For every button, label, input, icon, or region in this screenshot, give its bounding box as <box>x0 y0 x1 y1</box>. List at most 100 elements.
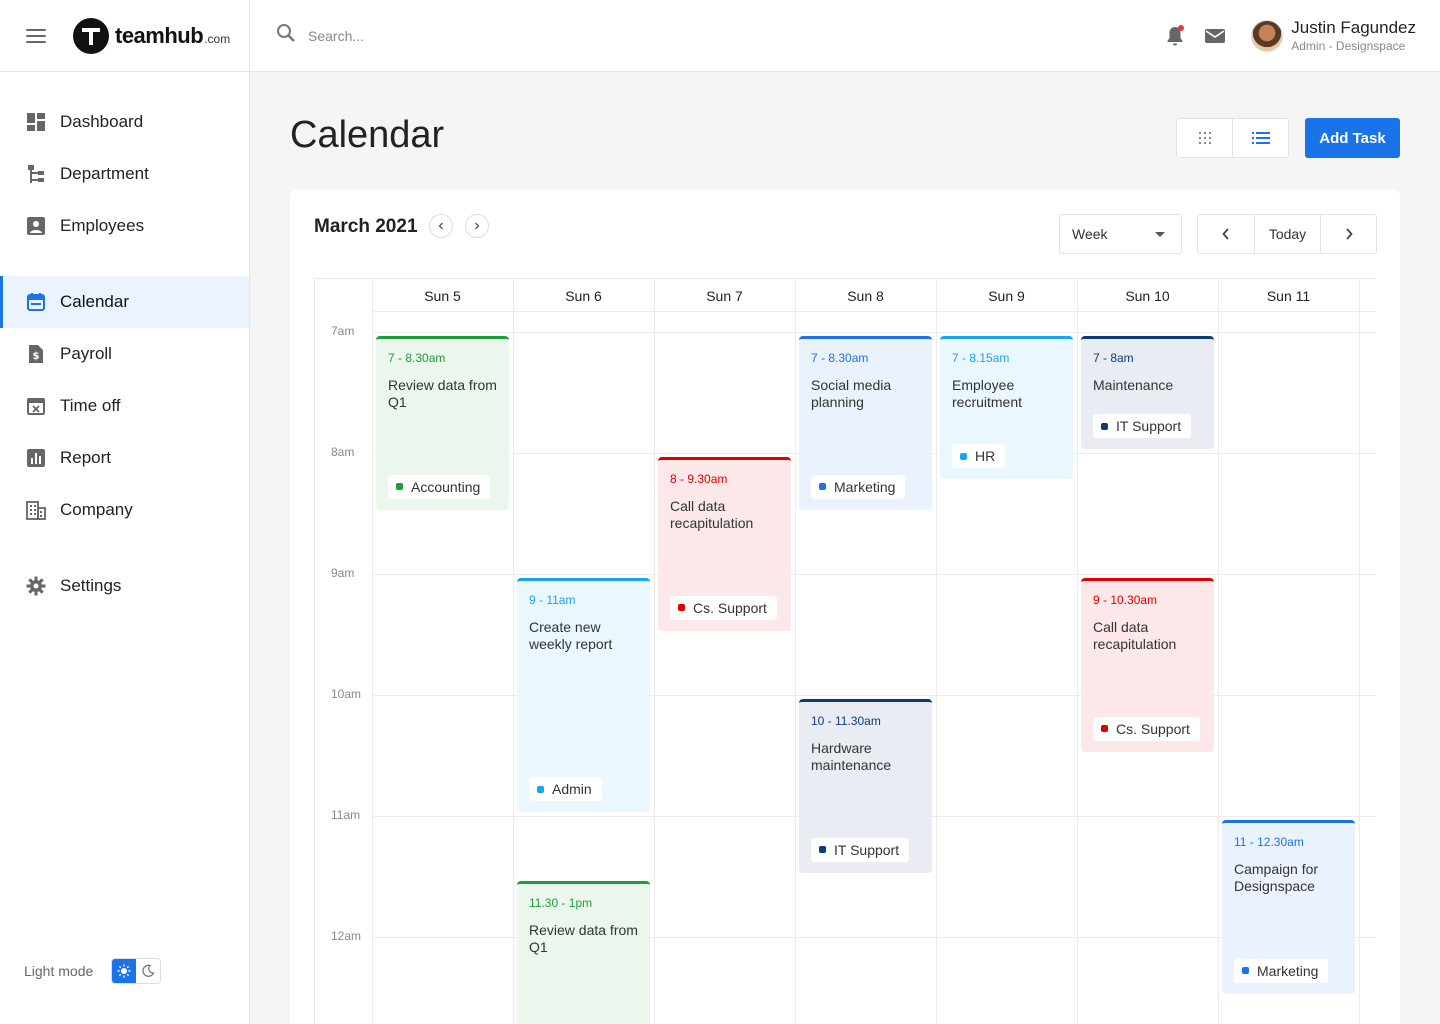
event-card[interactable]: 9 - 11am Create new weekly report Admin <box>517 578 650 812</box>
event-tag[interactable]: IT Support <box>811 837 910 862</box>
hour-line <box>372 574 1376 575</box>
dashboard-icon <box>26 112 46 132</box>
event-card[interactable]: 7 - 8.30am Social media planning Marketing <box>799 336 932 510</box>
tag-label: IT Support <box>1116 418 1182 434</box>
sidebar-item-calendar[interactable]: Calendar <box>0 276 249 328</box>
day-header[interactable]: Sun 6 <box>513 288 654 304</box>
event-tag[interactable]: HR <box>952 444 1006 469</box>
sidebar-item-dashboard[interactable]: Dashboard <box>0 96 249 148</box>
event-tag[interactable]: IT Support <box>1093 414 1192 438</box>
view-range-select[interactable]: Week <box>1059 214 1182 254</box>
logo-text: teamhub <box>115 22 204 48</box>
event-card[interactable]: 7 - 8am Maintenance IT Support <box>1081 336 1214 449</box>
sidebar-item-company[interactable]: Company <box>0 484 249 536</box>
sidebar-item-employees[interactable]: Employees <box>0 200 249 252</box>
tag-label: Accounting <box>411 478 481 495</box>
sidebar-item-label: Company <box>60 500 133 519</box>
event-tag[interactable]: Accounting <box>388 474 491 499</box>
event-title: Review data from Q1 <box>388 377 497 410</box>
sidebar-nav: Dashboard Department Employees Calendar … <box>0 96 249 612</box>
event-title: Campaign for Designspace <box>1234 861 1319 894</box>
next-month-button[interactable] <box>465 214 489 238</box>
event-time: 7 - 8.30am <box>811 351 869 365</box>
next-week-button[interactable] <box>1320 215 1376 253</box>
event-tag[interactable]: Marketing <box>1234 958 1329 983</box>
event-card[interactable]: 11 - 12.30am Campaign for Designspace Mark… <box>1222 820 1355 994</box>
event-card[interactable]: 8 - 9.30am Call data recapitulation Cs. Su… <box>658 457 791 631</box>
logo[interactable]: teamhub .com <box>73 17 230 54</box>
tag-label: Cs. Support <box>693 599 767 616</box>
sidebar-item-label: Department <box>60 164 149 183</box>
tag-dot-icon <box>819 846 826 853</box>
moon-icon[interactable] <box>136 959 160 983</box>
page-title: Calendar <box>290 114 445 156</box>
week-grid: Sun 5 Sun 6 Sun 7 Sun 8 Sun 9 Sun 10 Sun 11 7am… <box>314 278 1376 1024</box>
grid-view-icon[interactable] <box>1177 119 1232 157</box>
search-bar <box>276 23 608 48</box>
event-tag[interactable]: Marketing <box>811 474 906 499</box>
calendar-icon <box>26 292 46 312</box>
sidebar-item-report[interactable]: Report <box>0 432 249 484</box>
today-button[interactable]: Today <box>1254 215 1320 253</box>
employees-icon <box>26 216 46 236</box>
sidebar-item-label: Employees <box>60 216 145 235</box>
day-header[interactable]: Sun 5 <box>372 288 513 304</box>
avatar[interactable] <box>1251 20 1284 52</box>
month-label: March 2021 <box>314 216 418 237</box>
event-tag[interactable]: Cs. Support <box>670 595 777 620</box>
day-column-divider <box>654 279 655 1024</box>
event-title: Social media planning <box>811 377 892 410</box>
event-title: Review data from Q1 <box>529 921 638 955</box>
sidebar-item-department[interactable]: Department <box>0 148 249 200</box>
event-title: Maintenance <box>1093 377 1174 393</box>
time-off-icon <box>26 396 46 416</box>
event-tag[interactable]: Admin <box>529 777 602 801</box>
time-label: 11am <box>331 808 361 822</box>
sidebar-item-payroll[interactable]: $ Payroll <box>0 328 249 380</box>
prev-week-button[interactable] <box>1198 215 1254 253</box>
day-header[interactable]: Sun 11 <box>1218 288 1359 304</box>
sidebar-item-label: Dashboard <box>60 112 144 131</box>
tag-dot-icon <box>960 452 967 460</box>
day-header[interactable]: Sun 9 <box>936 288 1077 304</box>
sun-icon[interactable] <box>112 959 137 983</box>
tag-dot-icon <box>678 604 685 611</box>
report-icon <box>26 448 46 468</box>
time-label: 7am <box>331 324 355 338</box>
event-tag[interactable]: Cs. Support <box>1093 716 1200 741</box>
event-card[interactable]: 7 - 8.30am Review data from Q1 Accounting <box>376 336 509 510</box>
notification-bell-icon[interactable] <box>1163 24 1187 48</box>
event-time: 9 - 11am <box>529 593 576 607</box>
add-task-button[interactable]: Add Task <box>1305 118 1400 158</box>
sidebar-item-label: Report <box>60 448 112 467</box>
prev-month-button[interactable] <box>429 214 453 238</box>
sidebar-item-label: Calendar <box>60 292 129 311</box>
light-mode-control: Light mode <box>24 958 162 984</box>
event-card[interactable]: 9 - 10.30am Call data recapitulation Cs. S… <box>1081 578 1214 752</box>
day-header[interactable]: Sun 8 <box>795 288 936 304</box>
day-column-divider <box>795 279 796 1024</box>
tag-label: HR <box>975 448 996 465</box>
event-card[interactable]: 10 - 11.30am Hardware maintenance IT Suppo… <box>799 699 932 873</box>
view-range-value: Week <box>1072 226 1108 242</box>
day-column-divider <box>936 279 937 1024</box>
search-input[interactable] <box>308 27 608 44</box>
theme-toggle[interactable] <box>111 958 162 984</box>
mail-icon[interactable] <box>1203 24 1227 48</box>
menu-icon[interactable] <box>26 28 46 43</box>
event-title: Employee recruitment <box>952 377 1023 410</box>
day-header[interactable]: Sun 7 <box>654 288 795 304</box>
event-title: Create new weekly report <box>529 619 613 652</box>
time-label: 9am <box>331 566 355 580</box>
user-info[interactable]: Justin Fagundez Admin - Designspace <box>1291 18 1416 53</box>
event-time: 11.30 - 1pm <box>529 895 593 910</box>
event-card[interactable]: 11.30 - 1pm Review data from Q1 <box>517 880 650 1024</box>
hour-line <box>372 332 1376 333</box>
list-view-icon[interactable] <box>1232 119 1288 157</box>
event-card[interactable]: 7 - 8.15am Employee recruitment HR <box>940 336 1073 480</box>
date-navigation: Today <box>1197 214 1377 254</box>
top-bar: Justin Fagundez Admin - Designspace <box>250 0 1440 72</box>
day-header[interactable]: Sun 10 <box>1077 288 1218 304</box>
sidebar-item-settings[interactable]: Settings <box>0 560 249 612</box>
sidebar-item-time-off[interactable]: Time off <box>0 380 249 432</box>
